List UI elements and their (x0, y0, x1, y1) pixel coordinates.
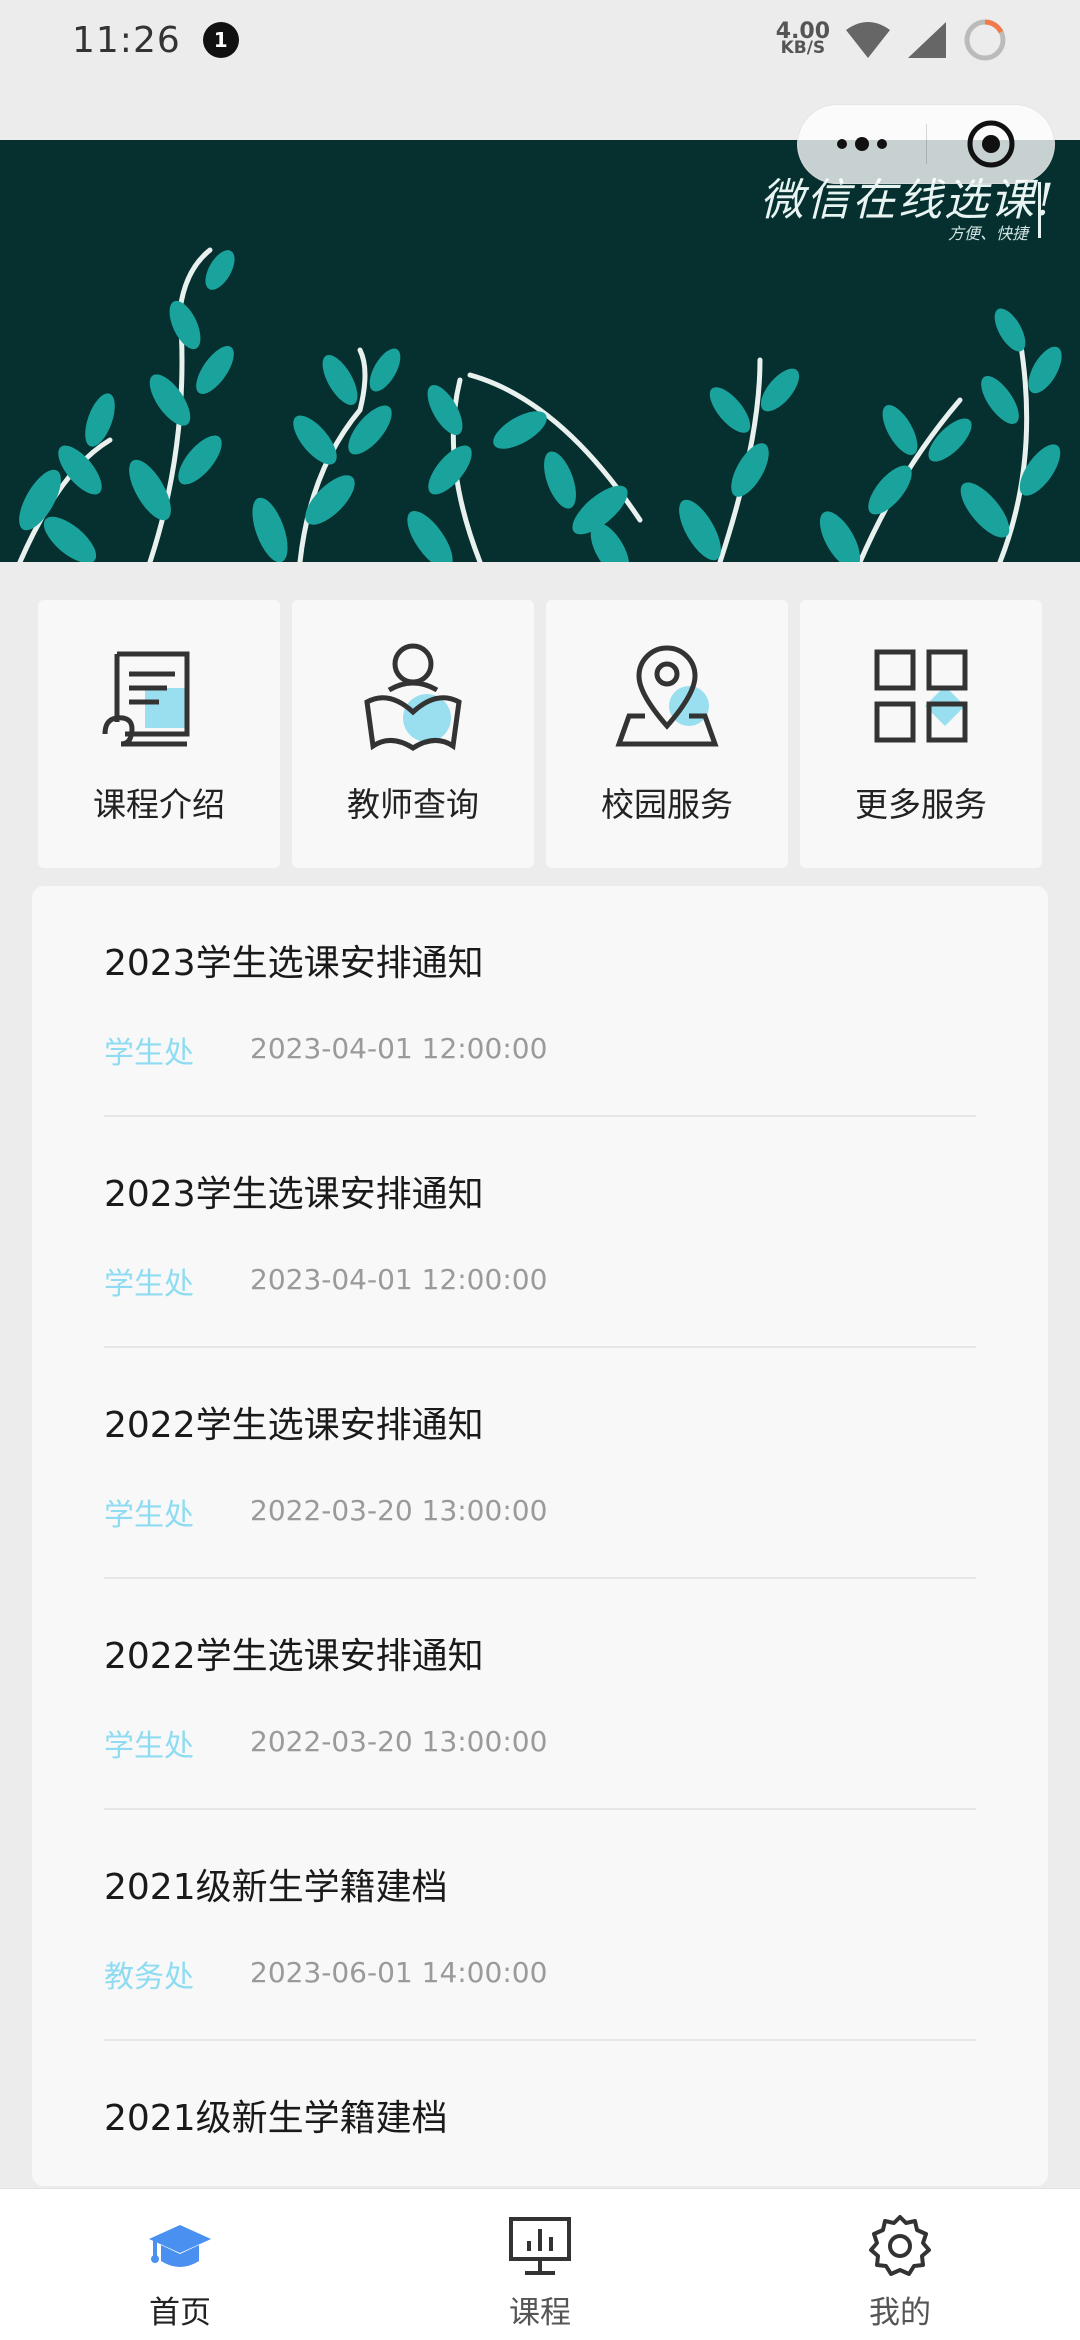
grid-apps-icon (874, 649, 968, 743)
notice-list: 2023学生选课安排通知 学生处 2023-04-01 12:00:00 202… (32, 886, 1048, 2186)
notice-item[interactable]: 2022学生选课安排通知 学生处 2022-03-20 13:00:00 (104, 1348, 976, 1579)
notice-time: 2023-04-01 12:00:00 (250, 1263, 548, 1296)
target-close-icon (967, 120, 1014, 168)
notice-title: 2023学生选课安排通知 (104, 943, 484, 984)
bottom-tab-bar: 首页 课程 我的 (0, 2188, 1080, 2340)
presentation-board-icon (509, 2217, 571, 2275)
notice-item[interactable]: 2021级新生学籍建档 (104, 2041, 976, 2186)
notice-time: 2023-04-01 12:00:00 (250, 1032, 548, 1065)
banner-subtitle: 方便、快捷 (948, 224, 1029, 243)
tab-mine[interactable]: 我的 (720, 2189, 1080, 2340)
gear-icon (869, 2215, 931, 2276)
notice-item[interactable]: 2023学生选课安排通知 学生处 2023-04-01 12:00:00 (104, 1117, 976, 1348)
notice-item[interactable]: 2021级新生学籍建档 教务处 2023-06-01 14:00:00 (104, 1810, 976, 2041)
service-more[interactable]: 更多服务 (800, 600, 1042, 868)
notice-item[interactable]: 2022学生选课安排通知 学生处 2022-03-20 13:00:00 (104, 1579, 976, 1810)
service-label: 校园服务 (601, 785, 733, 824)
location-pin-icon (615, 645, 719, 747)
service-campus[interactable]: 校园服务 (546, 600, 788, 868)
service-label: 更多服务 (855, 785, 987, 824)
more-dots-icon (837, 137, 887, 151)
course-doc-icon (102, 651, 190, 747)
status-time: 11:26 (72, 19, 181, 61)
banner-carousel[interactable]: 微信在线选课! 方便、快捷 (0, 140, 1080, 562)
notice-department: 学生处 (104, 1267, 194, 1302)
notice-title: 2021级新生学籍建档 (104, 1867, 448, 1908)
notice-department: 学生处 (104, 1498, 194, 1533)
graduation-cap-icon (149, 2225, 211, 2267)
notification-badge: 1 (202, 22, 239, 58)
notice-item[interactable]: 2023学生选课安排通知 学生处 2023-04-01 12:00:00 (104, 886, 976, 1117)
status-bar: 11:26 1 4.00 KB/S (0, 0, 1080, 80)
notice-title: 2022学生选课安排通知 (104, 1636, 484, 1677)
notice-time: 2022-03-20 13:00:00 (250, 1725, 548, 1758)
notice-title: 2023学生选课安排通知 (104, 1174, 484, 1215)
service-grid: 课程介绍 教师查询 校园服务 更多服务 (38, 600, 1042, 868)
notice-department: 学生处 (104, 1036, 194, 1071)
tab-label: 我的 (869, 2295, 931, 2331)
tab-courses[interactable]: 课程 (360, 2189, 720, 2340)
tab-label: 课程 (509, 2295, 571, 2331)
notice-department: 学生处 (104, 1729, 194, 1764)
service-label: 教师查询 (347, 785, 479, 824)
network-speed-unit: KB/S (780, 38, 826, 58)
notice-department: 教务处 (104, 1960, 194, 1995)
service-label: 课程介绍 (93, 785, 225, 824)
banner-divider (1038, 182, 1041, 238)
notice-time: 2023-06-01 14:00:00 (250, 1956, 548, 1989)
battery-ring-icon (964, 19, 1006, 61)
tab-home[interactable]: 首页 (0, 2189, 360, 2340)
notice-time: 2022-03-20 13:00:00 (250, 1494, 548, 1527)
close-miniprogram-button[interactable] (927, 105, 1054, 183)
notice-title: 2022学生选课安排通知 (104, 1405, 484, 1446)
more-menu-button[interactable] (798, 105, 926, 183)
status-icons: 4.00 KB/S (776, 17, 1008, 63)
tab-label: 首页 (149, 2295, 211, 2331)
wifi-icon (846, 22, 890, 58)
teacher-book-icon (364, 643, 462, 751)
network-speed: 4.00 KB/S (776, 21, 830, 58)
notice-title: 2021级新生学籍建档 (104, 2098, 448, 2139)
cellular-signal-icon (908, 22, 946, 58)
service-course-intro[interactable]: 课程介绍 (38, 600, 280, 868)
service-teacher-query[interactable]: 教师查询 (292, 600, 534, 868)
miniprogram-capsule (797, 104, 1055, 184)
